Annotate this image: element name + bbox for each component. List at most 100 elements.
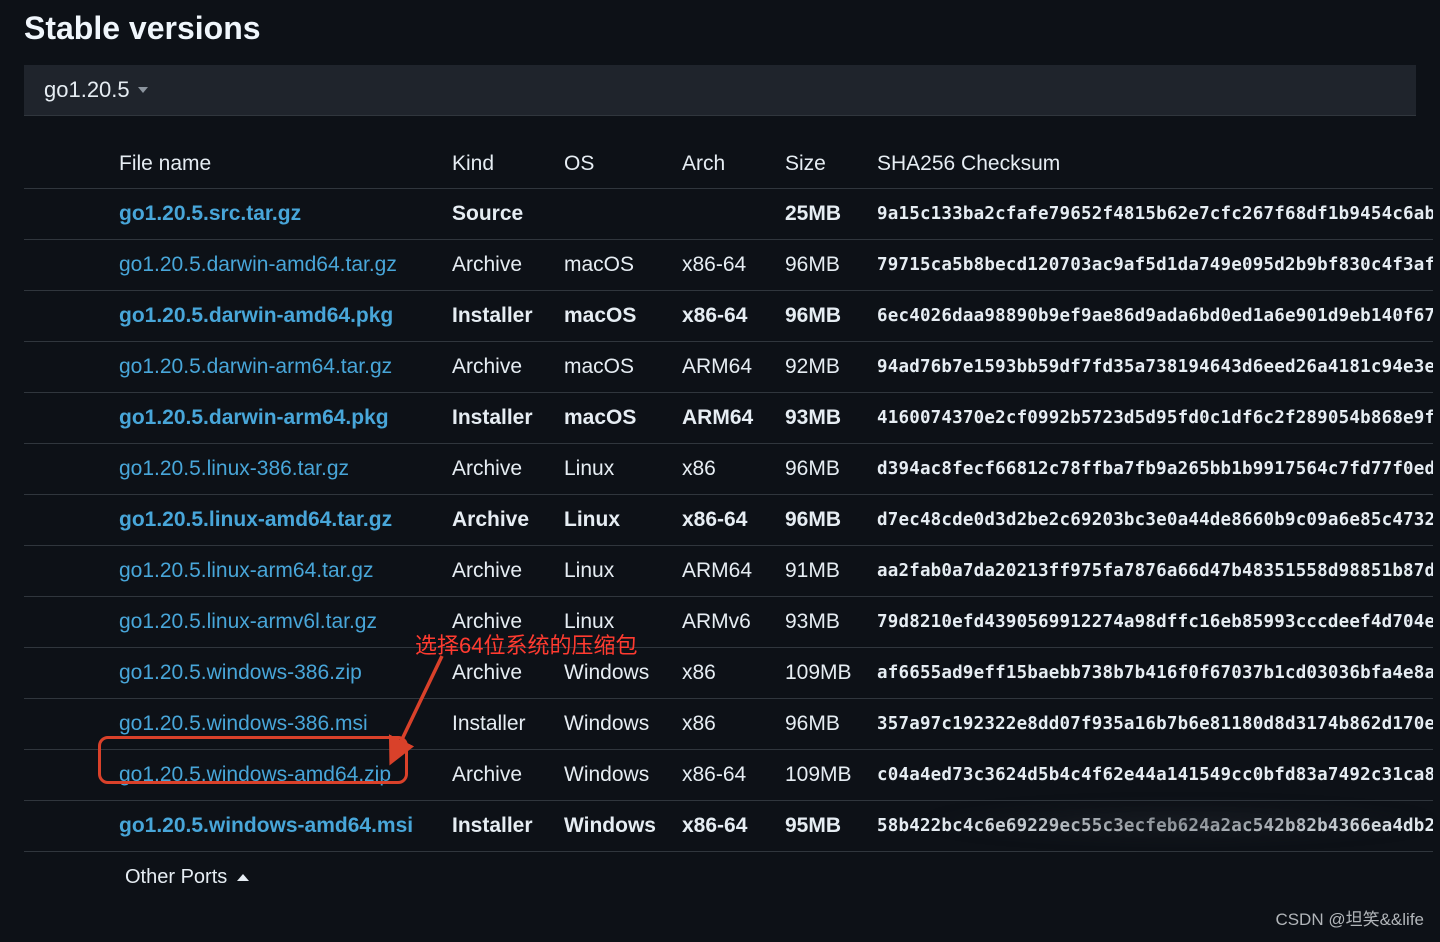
os-cell: macOS — [560, 393, 678, 444]
arch-cell: ARM64 — [678, 342, 781, 393]
size-cell: 96MB — [781, 291, 873, 342]
kind-cell: Installer — [448, 393, 560, 444]
arch-cell: ARMv6 — [678, 597, 781, 648]
arch-cell: x86 — [678, 444, 781, 495]
sha-cell: 79d8210efd4390569912274a98dffc16eb85993c… — [873, 597, 1433, 648]
size-cell: 93MB — [781, 597, 873, 648]
header-os: OS — [560, 140, 678, 189]
os-cell: Linux — [560, 546, 678, 597]
kind-cell: Archive — [448, 546, 560, 597]
download-link[interactable]: go1.20.5.darwin-arm64.tar.gz — [119, 355, 392, 378]
table-row: go1.20.5.windows-amd64.msi InstallerWindo… — [24, 801, 1433, 852]
os-cell: Windows — [560, 801, 678, 852]
watermark: CSDN @坦笑&&life — [1275, 905, 1424, 930]
header-size: Size — [781, 140, 873, 189]
kind-cell: Archive — [448, 240, 560, 291]
arch-cell: x86-64 — [678, 801, 781, 852]
os-cell: macOS — [560, 291, 678, 342]
download-link[interactable]: go1.20.5.linux-armv6l.tar.gz — [119, 610, 377, 633]
annotation-text: 选择64位系统的压缩包 — [415, 628, 637, 660]
kind-cell: Installer — [448, 291, 560, 342]
header-sha: SHA256 Checksum — [873, 140, 1433, 189]
kind-cell: Archive — [448, 495, 560, 546]
table-row: go1.20.5.linux-armv6l.tar.gzArchiveLinux… — [24, 597, 1433, 648]
sha-cell: 94ad76b7e1593bb59df7fd35a738194643d6eed2… — [873, 342, 1433, 393]
os-cell: Windows — [560, 750, 678, 801]
arch-cell: x86-64 — [678, 240, 781, 291]
table-row: go1.20.5.darwin-arm64.pkg InstallermacOSA… — [24, 393, 1433, 444]
kind-cell: Installer — [448, 801, 560, 852]
arch-cell: x86-64 — [678, 495, 781, 546]
chevron-down-icon — [138, 87, 148, 93]
download-link[interactable]: go1.20.5.linux-arm64.tar.gz — [119, 559, 373, 582]
download-link[interactable]: go1.20.5.linux-amd64.tar.gz — [119, 508, 392, 531]
size-cell: 96MB — [781, 699, 873, 750]
sha-cell: 6ec4026daa98890b9ef9ae86d9ada6bd0ed1a6e9… — [873, 291, 1433, 342]
kind-cell: Archive — [448, 444, 560, 495]
table-row: go1.20.5.darwin-amd64.pkg InstallermacOSx… — [24, 291, 1433, 342]
kind-cell: Archive — [448, 342, 560, 393]
sha-cell: d7ec48cde0d3d2be2c69203bc3e0a44de8660b9c… — [873, 495, 1433, 546]
download-link[interactable]: go1.20.5.darwin-amd64.tar.gz — [119, 253, 397, 276]
arch-cell: x86 — [678, 648, 781, 699]
table-row: go1.20.5.linux-amd64.tar.gz ArchiveLinuxx… — [24, 495, 1433, 546]
download-link[interactable]: go1.20.5.windows-amd64.msi — [119, 814, 413, 837]
os-cell: Linux — [560, 444, 678, 495]
sha-cell: 58b422bc4c6e69229ec55c3ecfeb624a2ac542b8… — [873, 801, 1433, 852]
os-cell: macOS — [560, 240, 678, 291]
sha-cell: af6655ad9eff15baebb738b7b416f0f67037b1cd… — [873, 648, 1433, 699]
download-link[interactable]: go1.20.5.linux-386.tar.gz — [119, 457, 349, 480]
download-link[interactable]: go1.20.5.darwin-arm64.pkg — [119, 406, 389, 429]
arch-cell: ARM64 — [678, 546, 781, 597]
page-title: Stable versions — [0, 0, 1440, 65]
sha-cell: 357a97c192322e8dd07f935a16b7b6e81180d8d3… — [873, 699, 1433, 750]
download-link[interactable]: go1.20.5.windows-386.msi — [119, 712, 368, 735]
size-cell: 109MB — [781, 750, 873, 801]
table-row: go1.20.5.darwin-arm64.tar.gz ArchivemacOS… — [24, 342, 1433, 393]
size-cell: 93MB — [781, 393, 873, 444]
download-link[interactable]: go1.20.5.windows-386.zip — [119, 661, 362, 684]
size-cell: 95MB — [781, 801, 873, 852]
sha-cell: 9a15c133ba2cfafe79652f4815b62e7cfc267f68… — [873, 189, 1433, 240]
size-cell: 96MB — [781, 240, 873, 291]
version-selector[interactable]: go1.20.5 — [24, 65, 1416, 116]
table-row: go1.20.5.windows-386.zipArchiveWindowsx8… — [24, 648, 1433, 699]
table-row: go1.20.5.darwin-amd64.tar.gz ArchivemacOS… — [24, 240, 1433, 291]
download-link[interactable]: go1.20.5.darwin-amd64.pkg — [119, 304, 393, 327]
kind-cell: Archive — [448, 750, 560, 801]
sha-cell: d394ac8fecf66812c78ffba7fb9a265bb1b99175… — [873, 444, 1433, 495]
table-row: go1.20.5.src.tar.gz Source 25MB9a15c133ba2… — [24, 189, 1433, 240]
kind-cell: Source — [448, 189, 560, 240]
arch-cell: ARM64 — [678, 393, 781, 444]
header-filename: File name — [115, 140, 448, 189]
sha-cell: 79715ca5b8becd120703ac9af5d1da749e095d2b… — [873, 240, 1433, 291]
table-row: go1.20.5.windows-386.msi InstallerWindows… — [24, 699, 1433, 750]
size-cell: 25MB — [781, 189, 873, 240]
other-ports-toggle[interactable]: Other Ports — [24, 852, 1416, 903]
other-ports-label: Other Ports — [125, 866, 227, 889]
size-cell: 96MB — [781, 495, 873, 546]
sha-cell: 4160074370e2cf0992b5723d5d95fd0c1df6c2f2… — [873, 393, 1433, 444]
arch-cell: x86-64 — [678, 750, 781, 801]
size-cell: 92MB — [781, 342, 873, 393]
os-cell: Linux — [560, 495, 678, 546]
chevron-up-icon — [237, 874, 249, 881]
size-cell: 96MB — [781, 444, 873, 495]
header-arch: Arch — [678, 140, 781, 189]
sha-cell: c04a4ed73c3624d5b4c4f62e44a141549cc0bfd8… — [873, 750, 1433, 801]
kind-cell: Installer — [448, 699, 560, 750]
os-cell: Windows — [560, 699, 678, 750]
sha-cell: aa2fab0a7da20213ff975fa7876a66d47b483515… — [873, 546, 1433, 597]
table-row: go1.20.5.linux-arm64.tar.gz ArchiveLinuxA… — [24, 546, 1433, 597]
arch-cell: x86 — [678, 699, 781, 750]
os-cell: macOS — [560, 342, 678, 393]
download-link[interactable]: go1.20.5.windows-amd64.zip — [119, 763, 391, 786]
table-row: go1.20.5.linux-386.tar.gz ArchiveLinuxx86… — [24, 444, 1433, 495]
arch-cell — [678, 189, 781, 240]
size-cell: 91MB — [781, 546, 873, 597]
version-label: go1.20.5 — [44, 77, 130, 103]
arch-cell: x86-64 — [678, 291, 781, 342]
header-kind: Kind — [448, 140, 560, 189]
table-row: go1.20.5.windows-amd64.zip ArchiveWindows… — [24, 750, 1433, 801]
download-link[interactable]: go1.20.5.src.tar.gz — [119, 202, 301, 225]
